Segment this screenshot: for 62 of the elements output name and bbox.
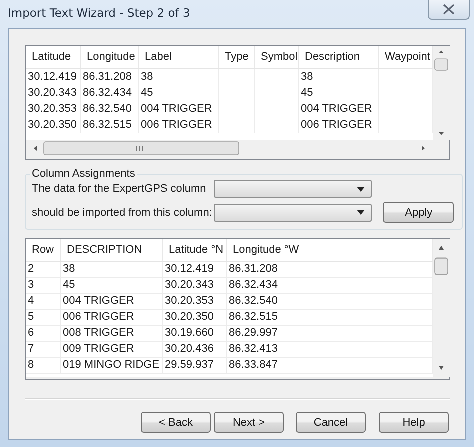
table-cell: 004 TRIGGER bbox=[61, 294, 163, 309]
table-cell: 30.20.350 bbox=[26, 117, 81, 133]
wizard-button[interactable]: Help bbox=[379, 412, 449, 433]
table-cell: 006 TRIGGER bbox=[61, 310, 163, 325]
table-cell: 004 TRIGGER bbox=[299, 101, 379, 117]
column-header[interactable]: Type bbox=[219, 46, 255, 68]
table-cell: 30.19.660 bbox=[163, 326, 227, 341]
close-button[interactable] bbox=[428, 0, 470, 20]
column-header[interactable]: Latitude °N bbox=[163, 239, 227, 261]
table-cell: 45 bbox=[299, 85, 379, 101]
caret-icon bbox=[357, 210, 366, 215]
wizard-button[interactable]: < Back bbox=[141, 412, 211, 433]
caret-icon bbox=[357, 186, 366, 192]
table-cell: 4 bbox=[26, 294, 61, 309]
table-cell: 30.20.353 bbox=[163, 294, 227, 309]
table-cell: 019 MINGO RIDGE bbox=[61, 358, 163, 373]
table-cell: 8 bbox=[26, 358, 61, 373]
table-cell: 86.31.208 bbox=[81, 69, 139, 85]
column-header[interactable]: Description bbox=[299, 46, 379, 68]
table-cell: 30.12.419 bbox=[26, 69, 81, 85]
column-header[interactable]: Label bbox=[139, 46, 219, 68]
table-cell: 30.20.353 bbox=[26, 101, 81, 117]
table-cell: 30.20.436 bbox=[163, 342, 227, 357]
group-title: Column Assignments bbox=[32, 168, 136, 180]
dropdown[interactable] bbox=[214, 204, 372, 222]
table-cell: 38 bbox=[139, 69, 219, 85]
column-header[interactable]: Symbol bbox=[255, 46, 299, 68]
table-cell: 86.32.540 bbox=[81, 101, 139, 117]
table-cell: 30.12.419 bbox=[163, 262, 227, 277]
table-cell: 45 bbox=[61, 278, 163, 293]
close-icon bbox=[443, 4, 455, 15]
table-cell: 86.32.515 bbox=[81, 117, 139, 133]
field-label: The data for the ExpertGPS column bbox=[32, 183, 208, 195]
table-cell: 38 bbox=[299, 69, 379, 85]
vertical-scrollbar[interactable] bbox=[433, 239, 450, 377]
apply-button[interactable]: Apply bbox=[383, 202, 454, 223]
column-header[interactable]: Latitude bbox=[26, 46, 81, 68]
column-header[interactable]: DESCRIPTION bbox=[61, 239, 163, 261]
table-cell: 30.20.343 bbox=[26, 85, 81, 101]
table-cell: 7 bbox=[26, 342, 61, 357]
table-cell: 008 TRIGGER bbox=[61, 326, 163, 341]
window-title: Import Text Wizard - Step 2 of 3 bbox=[8, 6, 190, 20]
table-cell: 6 bbox=[26, 326, 61, 341]
table-cell: 86.32.434 bbox=[81, 85, 139, 101]
table-cell: 006 TRIGGER bbox=[299, 117, 379, 133]
table-cell: 30.20.343 bbox=[163, 278, 227, 293]
table-cell: 38 bbox=[61, 262, 163, 277]
wizard-button[interactable]: Cancel bbox=[296, 412, 366, 433]
table-cell: 006 TRIGGER bbox=[139, 117, 219, 133]
column-header[interactable]: Longitude bbox=[81, 46, 139, 68]
table-cell: 30.20.350 bbox=[163, 310, 227, 325]
table-cell: 45 bbox=[139, 85, 219, 101]
table-cell: 5 bbox=[26, 310, 61, 325]
table-cell: 29.59.937 bbox=[163, 358, 227, 373]
dropdown[interactable] bbox=[214, 180, 372, 198]
table-cell: 3 bbox=[26, 278, 61, 293]
column-header[interactable]: Row bbox=[26, 239, 61, 261]
table-cell: 2 bbox=[26, 262, 61, 277]
table-cell: 009 TRIGGER bbox=[61, 342, 163, 357]
wizard-button[interactable]: Next > bbox=[214, 412, 284, 433]
table-cell: 004 TRIGGER bbox=[139, 101, 219, 117]
field-label: should be imported from this column: bbox=[32, 206, 212, 218]
